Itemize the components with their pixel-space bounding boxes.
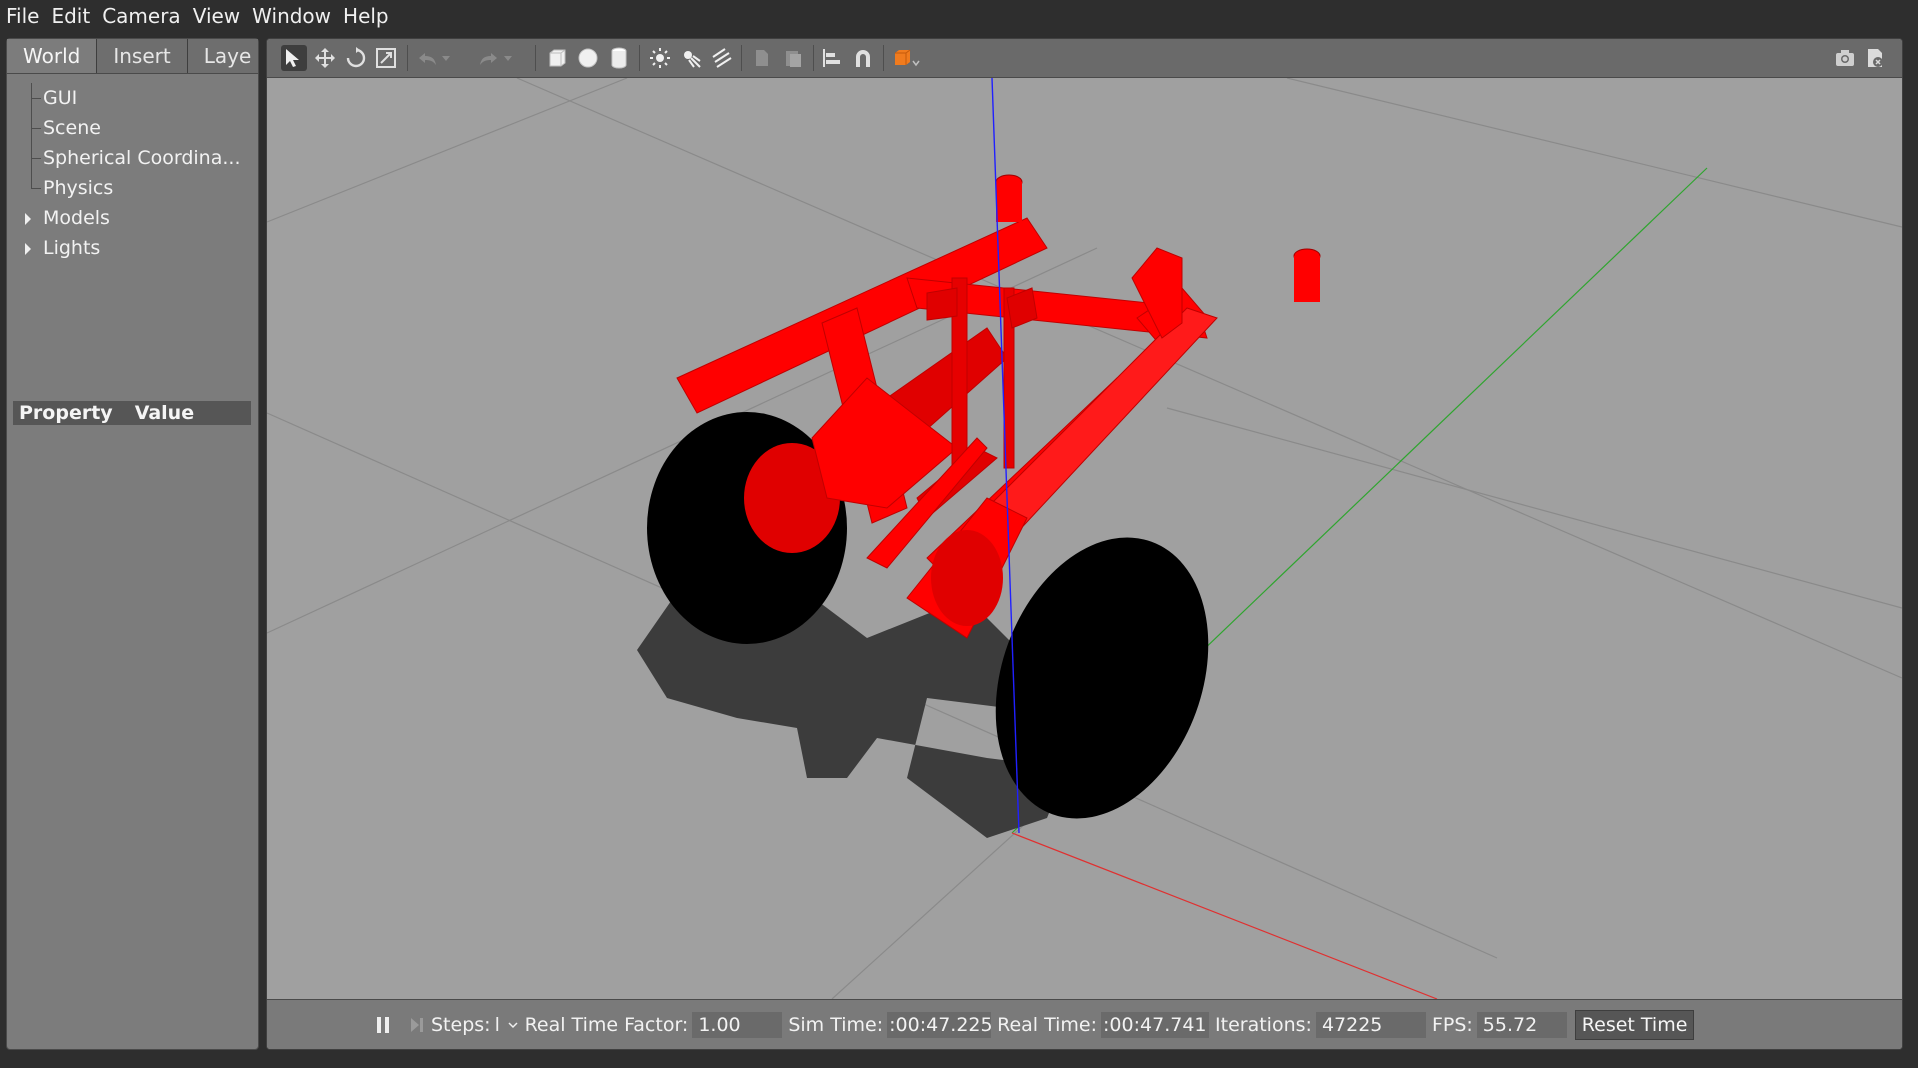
menu-help[interactable]: Help: [337, 0, 395, 32]
redo-history-icon[interactable]: [501, 45, 515, 71]
real-time-label: Real Time:: [997, 1014, 1098, 1036]
align-icon[interactable]: [819, 45, 845, 71]
step-icon: [411, 1018, 423, 1032]
snap-icon[interactable]: [850, 45, 876, 71]
tree-item-label: Spherical Coordina...: [43, 147, 241, 169]
tree-item-label: GUI: [43, 87, 78, 109]
viewport-toolbar: [267, 39, 1902, 78]
undo-icon[interactable]: [415, 45, 441, 71]
tree-item-label: Physics: [43, 177, 114, 199]
menu-view[interactable]: View: [187, 0, 246, 32]
real-time-factor-label: Real Time Factor:: [524, 1014, 689, 1036]
real-time-factor-field: 1.00: [692, 1012, 783, 1038]
iterations-label: Iterations:: [1215, 1014, 1312, 1036]
tree-item-scene[interactable]: Scene: [19, 113, 255, 143]
property-table-header: Property Value: [13, 401, 251, 425]
left-panel: World Insert Laye GUI Scene Spherical Co…: [6, 38, 259, 1050]
scale-mode-icon[interactable]: [373, 45, 399, 71]
tab-insert[interactable]: Insert: [97, 39, 188, 73]
view-angle-icon[interactable]: [890, 45, 924, 71]
menu-edit[interactable]: Edit: [45, 0, 96, 32]
menu-bar: File Edit Camera View Window Help: [0, 0, 1918, 32]
menu-window[interactable]: Window: [246, 0, 337, 32]
viewport: Steps: l Real Time Factor: 1.00 Sim Time…: [266, 38, 1903, 1050]
steps-field[interactable]: l: [495, 1014, 505, 1036]
real-time-field: :00:47.741: [1101, 1012, 1210, 1038]
left-panel-tabs: World Insert Laye: [7, 39, 258, 74]
copy-icon[interactable]: [749, 45, 775, 71]
status-bar: Steps: l Real Time Factor: 1.00 Sim Time…: [267, 999, 1902, 1049]
reset-time-button[interactable]: Reset Time: [1574, 1010, 1695, 1040]
iterations-field: 47225: [1315, 1012, 1426, 1038]
menu-camera[interactable]: Camera: [96, 0, 187, 32]
directional-light-icon[interactable]: [709, 45, 735, 71]
paste-icon[interactable]: [780, 45, 806, 71]
tab-world[interactable]: World: [7, 39, 98, 73]
pause-button[interactable]: [375, 1015, 391, 1035]
undo-history-icon[interactable]: [439, 45, 453, 71]
sim-time-label: Sim Time:: [788, 1014, 884, 1036]
tree-item-label: Lights: [43, 237, 101, 259]
expand-arrow-icon[interactable]: [25, 213, 31, 225]
cylinder-shape-icon[interactable]: [606, 45, 632, 71]
tree-item-physics[interactable]: Physics: [19, 173, 255, 203]
redo-icon[interactable]: [475, 45, 501, 71]
scene-render: [267, 77, 1902, 1000]
select-mode-icon[interactable]: [281, 45, 307, 71]
tree-item-label: Models: [43, 207, 110, 229]
rotate-mode-icon[interactable]: [343, 45, 369, 71]
record-log-icon[interactable]: [1862, 45, 1888, 71]
sphere-shape-icon[interactable]: [575, 45, 601, 71]
step-button[interactable]: [409, 1015, 425, 1035]
fps-field: 55.72: [1476, 1012, 1567, 1038]
translate-mode-icon[interactable]: [312, 45, 338, 71]
3d-scene[interactable]: [267, 77, 1902, 1000]
menu-file[interactable]: File: [0, 0, 45, 32]
tree-item-gui[interactable]: GUI: [19, 83, 255, 113]
steps-label: Steps:: [431, 1014, 491, 1036]
property-column-header[interactable]: Property: [13, 402, 113, 424]
tree-item-models[interactable]: Models: [19, 203, 255, 233]
point-light-icon[interactable]: [647, 45, 673, 71]
tree-item-label: Scene: [43, 117, 101, 139]
pause-icon: [377, 1017, 389, 1033]
tree-item-spherical-coordinates[interactable]: Spherical Coordina...: [19, 143, 255, 173]
box-shape-icon[interactable]: [544, 45, 570, 71]
screenshot-icon[interactable]: [1832, 45, 1858, 71]
tree-item-lights[interactable]: Lights: [19, 233, 255, 263]
tab-layers[interactable]: Laye: [187, 39, 258, 73]
value-column-header[interactable]: Value: [113, 402, 194, 424]
expand-arrow-icon[interactable]: [25, 243, 31, 255]
steps-dropdown-icon[interactable]: [507, 1014, 519, 1036]
spot-light-icon[interactable]: [678, 45, 704, 71]
world-tree: GUI Scene Spherical Coordina... Physics …: [19, 83, 255, 263]
sim-time-field: :00:47.225: [887, 1012, 993, 1038]
fps-label: FPS:: [1431, 1014, 1473, 1036]
